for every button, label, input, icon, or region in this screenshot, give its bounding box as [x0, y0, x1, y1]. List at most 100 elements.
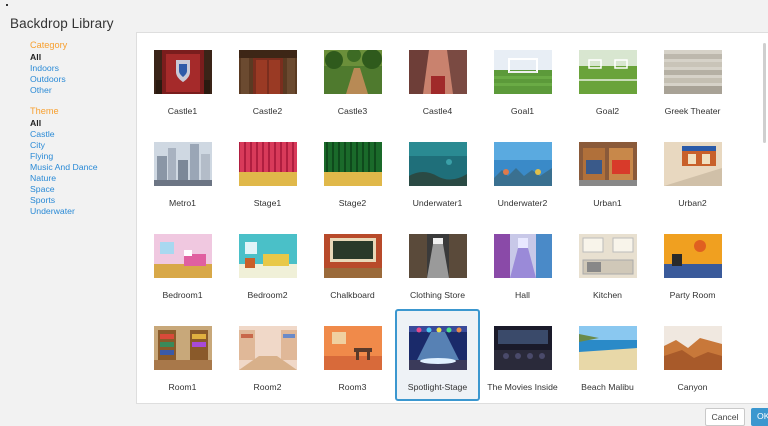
backdrop-label: Room3 [338, 382, 367, 392]
theme-filter-space[interactable]: Space [30, 184, 135, 195]
orange-room-icon [324, 326, 382, 370]
backdrop-item-bedroom2[interactable]: Bedroom2 [225, 217, 310, 309]
backdrop-item-party-room[interactable]: Party Room [650, 217, 735, 309]
dialog-title: Backdrop Library [10, 16, 114, 31]
street-corner-icon [664, 142, 722, 186]
backdrop-item-room3[interactable]: Room3 [310, 309, 395, 401]
backdrop-label: Room1 [168, 382, 197, 392]
category-filter-indoors[interactable]: Indoors [30, 63, 135, 74]
backdrop-label: Castle3 [337, 106, 368, 116]
party-room-icon [664, 234, 722, 278]
category-list: All Indoors Outdoors Other [30, 52, 135, 96]
theme-filter-castle[interactable]: Castle [30, 129, 135, 140]
backdrop-item-castle1[interactable]: Castle1 [140, 33, 225, 125]
category-filter-all[interactable]: All [30, 52, 135, 63]
backdrop-item-underwater2[interactable]: Underwater2 [480, 125, 565, 217]
window-marker [6, 4, 8, 6]
kitchen-icon [579, 234, 637, 278]
backdrop-item-stage1[interactable]: Stage1 [225, 125, 310, 217]
coral-reef-icon [494, 142, 552, 186]
backdrop-label: Party Room [669, 290, 716, 300]
theme-filter-music-and-dance[interactable]: Music And Dance [30, 162, 135, 173]
ok-button[interactable]: OK [751, 408, 768, 426]
backdrop-grid: Castle1 Castle2 Castle3 Castle4 Goal1 Goal2 Gr… [137, 33, 735, 401]
backdrop-label: Underwater2 [497, 198, 548, 208]
backdrop-label: Urban2 [678, 198, 707, 208]
backdrop-label: Underwater1 [412, 198, 463, 208]
theme-filter-sports[interactable]: Sports [30, 195, 135, 206]
beach-icon [579, 326, 637, 370]
backdrop-item-the-movies-inside[interactable]: The Movies Inside [480, 309, 565, 401]
backdrop-label: Goal2 [595, 106, 620, 116]
backdrop-label: Bedroom1 [162, 290, 203, 300]
vertical-scrollbar[interactable] [763, 43, 766, 143]
soccer-goal-icon [494, 50, 552, 94]
backdrop-item-goal2[interactable]: Goal2 [565, 33, 650, 125]
backdrop-item-bedroom1[interactable]: Bedroom1 [140, 217, 225, 309]
backdrop-item-beach-malibu[interactable]: Beach Malibu [565, 309, 650, 401]
backdrop-item-goal1[interactable]: Goal1 [480, 33, 565, 125]
backdrop-item-spotlight-stage[interactable]: Spotlight-Stage [395, 309, 480, 401]
backdrop-label: Room2 [253, 382, 282, 392]
hall-icon [494, 234, 552, 278]
amphitheater-icon [664, 50, 722, 94]
backdrop-label: Stage2 [338, 198, 367, 208]
theme-filter-flying[interactable]: Flying [30, 151, 135, 162]
backdrop-item-hall[interactable]: Hall [480, 217, 565, 309]
backdrop-label: Greek Theater [664, 106, 721, 116]
cancel-button[interactable]: Cancel [705, 408, 745, 426]
backdrop-item-clothing-store[interactable]: Clothing Store [395, 217, 480, 309]
backdrop-item-urban1[interactable]: Urban1 [565, 125, 650, 217]
backdrop-item-underwater1[interactable]: Underwater1 [395, 125, 480, 217]
backdrop-label: Spotlight-Stage [407, 382, 468, 392]
backdrop-label: Hall [515, 290, 530, 300]
backdrop-item-chalkboard[interactable]: Chalkboard [310, 217, 395, 309]
category-filter-other[interactable]: Other [30, 85, 135, 96]
storefront-icon [579, 142, 637, 186]
backdrop-label: Castle4 [422, 106, 453, 116]
theme-filter-underwater[interactable]: Underwater [30, 206, 135, 217]
backdrop-item-urban2[interactable]: Urban2 [650, 125, 735, 217]
store-aisle-icon [409, 234, 467, 278]
theme-list: All Castle City Flying Music And Dance Nature… [30, 118, 135, 217]
backdrop-item-castle3[interactable]: Castle3 [310, 33, 395, 125]
theme-heading: Theme [30, 106, 59, 116]
backdrop-library-dialog: Backdrop Library Category All Indoors Outd… [0, 0, 768, 426]
backdrop-item-stage2[interactable]: Stage2 [310, 125, 395, 217]
backdrop-label: Canyon [677, 382, 708, 392]
backdrop-label: Castle1 [167, 106, 198, 116]
backdrop-item-room2[interactable]: Room2 [225, 309, 310, 401]
bedroom-icon [154, 234, 212, 278]
backdrop-label: Metro1 [168, 198, 197, 208]
backdrop-item-canyon[interactable]: Canyon [650, 309, 735, 401]
backdrop-label: Clothing Store [409, 290, 466, 300]
underwater-icon [409, 142, 467, 186]
green-curtain-stage-icon [324, 142, 382, 186]
bedroom-teal-icon [239, 234, 297, 278]
backdrop-label: Goal1 [510, 106, 535, 116]
backdrop-item-kitchen[interactable]: Kitchen [565, 217, 650, 309]
spotlight-stage-icon [409, 326, 467, 370]
category-heading: Category [30, 40, 68, 50]
forest-path-icon [324, 50, 382, 94]
soccer-field-icon [579, 50, 637, 94]
backdrop-item-metro1[interactable]: Metro1 [140, 125, 225, 217]
backdrop-label: The Movies Inside [487, 382, 558, 392]
backdrop-item-room1[interactable]: Room1 [140, 309, 225, 401]
backdrop-label: Stage1 [253, 198, 282, 208]
chalkboard-icon [324, 234, 382, 278]
filter-sidebar: Category All Indoors Outdoors Other Theme A… [30, 40, 135, 217]
backdrop-item-greek-theater[interactable]: Greek Theater [650, 33, 735, 125]
theme-filter-nature[interactable]: Nature [30, 173, 135, 184]
theme-filter-all[interactable]: All [30, 118, 135, 129]
red-curtain-stage-icon [239, 142, 297, 186]
backdrop-item-castle4[interactable]: Castle4 [395, 33, 480, 125]
backdrop-label: Urban1 [593, 198, 622, 208]
theme-filter-city[interactable]: City [30, 140, 135, 151]
backdrop-label: Beach Malibu [581, 382, 634, 392]
castle-door-icon [239, 50, 297, 94]
backdrop-item-castle2[interactable]: Castle2 [225, 33, 310, 125]
backdrop-label: Chalkboard [330, 290, 375, 300]
backdrop-grid-panel[interactable]: Castle1 Castle2 Castle3 Castle4 Goal1 Goal2 Gr… [136, 32, 768, 404]
category-filter-outdoors[interactable]: Outdoors [30, 74, 135, 85]
